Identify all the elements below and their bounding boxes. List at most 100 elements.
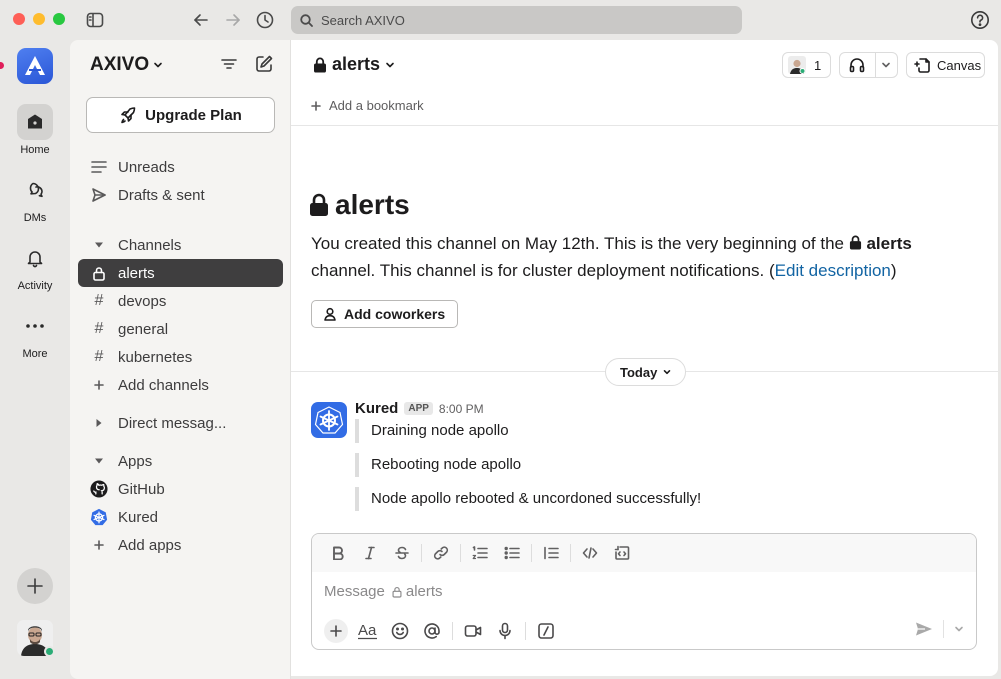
add-workspace-button[interactable] [17,568,53,604]
add-apps-button[interactable]: Add apps [78,531,283,559]
headphones-icon [840,56,875,74]
send-icon [90,187,108,203]
sidebar-item-label: devops [118,292,167,310]
video-icon[interactable] [457,618,489,644]
close-window-button[interactable] [13,13,25,25]
rail-label-activity: Activity [17,280,53,292]
rail-item-more[interactable]: More [0,308,70,360]
add-bookmark-button[interactable]: Add a bookmark [311,98,424,113]
day-divider-button[interactable]: Today [605,358,687,386]
lock-icon [849,235,861,250]
section-label: Direct messag... [118,414,227,432]
lock-icon [90,266,108,281]
sidebar-item-drafts[interactable]: Drafts & sent [78,181,283,209]
sidebar-item-label: Add apps [118,536,182,554]
sidebar-item-app-github[interactable]: GitHub [78,475,283,503]
message-line: Draining node apollo [355,419,509,443]
workspace-logo[interactable] [17,48,53,84]
edit-description-link[interactable]: Edit description [775,261,891,280]
send-icon[interactable] [915,621,933,637]
message-sender[interactable]: Kured [355,400,398,417]
more-icon [17,308,53,344]
shortcuts-icon[interactable] [530,618,562,644]
sidebar-item-channel-kubernetes[interactable]: # kubernetes [78,343,283,371]
lock-icon [310,193,328,216]
hash-icon: # [94,320,104,337]
plus-icon [324,619,348,643]
member-count: 1 [814,57,822,73]
rail-item-home[interactable]: Home [0,104,70,156]
canvas-label: Canvas [937,57,982,73]
channel-view: alerts 1 Canvas Add a bookmark alerts Yo… [291,40,998,676]
rail-item-dms[interactable]: DMs [0,172,70,224]
history-icon[interactable] [254,9,276,31]
text-format-icon[interactable]: Aa [352,618,384,644]
add-bookmark-label: Add a bookmark [329,98,424,113]
sidebar-item-channel-alerts[interactable]: alerts [78,259,283,287]
kubernetes-icon [90,507,108,527]
huddle-button[interactable] [839,52,898,78]
blockquote-icon[interactable] [535,539,567,567]
rail-label-more: More [22,348,48,360]
message-input[interactable]: Message alerts [324,583,443,600]
back-arrow-icon[interactable] [190,9,212,31]
kured-avatar[interactable] [311,402,347,438]
composer-actions: Aa [320,618,562,644]
sidebar-item-unreads[interactable]: Unreads [78,153,283,181]
workspace-name: AXIVO [90,54,150,75]
unreads-icon [90,160,108,174]
workspace-menu[interactable]: AXIVO [90,54,163,76]
members-button[interactable]: 1 [782,52,831,78]
search-input[interactable]: Search AXIVO [291,6,742,34]
filter-icon[interactable] [219,54,241,76]
link-icon[interactable] [425,539,457,567]
code-block-icon[interactable] [606,539,638,567]
lock-icon [392,586,402,598]
svg-text:Aa: Aa [358,622,377,639]
attach-button[interactable] [320,618,352,644]
direct-messages-section-header[interactable]: Direct messag... [78,409,283,437]
sidebar-item-app-kured[interactable]: Kured [78,503,283,531]
mention-icon[interactable] [416,618,448,644]
plus-icon [27,578,43,594]
add-coworkers-button[interactable]: Add coworkers [311,300,459,328]
rail-item-activity[interactable]: Activity [0,240,70,292]
caret-down-icon [90,241,108,249]
forward-arrow-icon[interactable] [222,9,244,31]
upgrade-plan-button[interactable]: Upgrade Plan [86,97,275,133]
minimize-window-button[interactable] [33,13,45,25]
strikethrough-icon[interactable] [386,539,418,567]
intro-text-part: ) [890,261,897,280]
emoji-icon[interactable] [384,618,416,644]
sidebar-item-label: Kured [118,508,159,526]
member-avatar [788,56,806,74]
add-channels-button[interactable]: Add channels [78,371,283,399]
ordered-list-icon[interactable] [464,539,496,567]
channels-section-header[interactable]: Channels [78,231,283,259]
channel-sidebar: AXIVO Upgrade Plan Unreads Drafts & sent… [70,40,291,679]
bulleted-list-icon[interactable] [496,539,528,567]
chevron-down-icon[interactable] [954,624,964,634]
microphone-icon[interactable] [489,618,521,644]
workspace-rail: Home DMs Activity More [0,40,70,679]
channel-intro-text: You created this channel on May 12th. Th… [311,230,951,284]
sidebar-toggle-icon[interactable] [84,9,106,31]
sidebar-item-channel-devops[interactable]: # devops [78,287,283,315]
help-icon[interactable] [970,10,990,30]
zoom-window-button[interactable] [53,13,65,25]
compose-icon[interactable] [254,54,276,76]
canvas-button[interactable]: Canvas [906,52,985,78]
intro-channel-mention[interactable]: alerts [866,234,911,253]
bell-icon [17,240,53,276]
plus-icon [311,100,321,111]
italic-icon[interactable] [354,539,386,567]
github-icon [90,479,108,499]
apps-section-header[interactable]: Apps [78,447,283,475]
code-icon[interactable] [574,539,606,567]
message-timestamp[interactable]: 8:00 PM [439,402,484,416]
lock-icon [314,57,326,72]
bold-icon[interactable] [322,539,354,567]
day-label: Today [620,364,658,380]
sidebar-item-channel-general[interactable]: # general [78,315,283,343]
channel-title-button[interactable]: alerts [313,54,395,75]
